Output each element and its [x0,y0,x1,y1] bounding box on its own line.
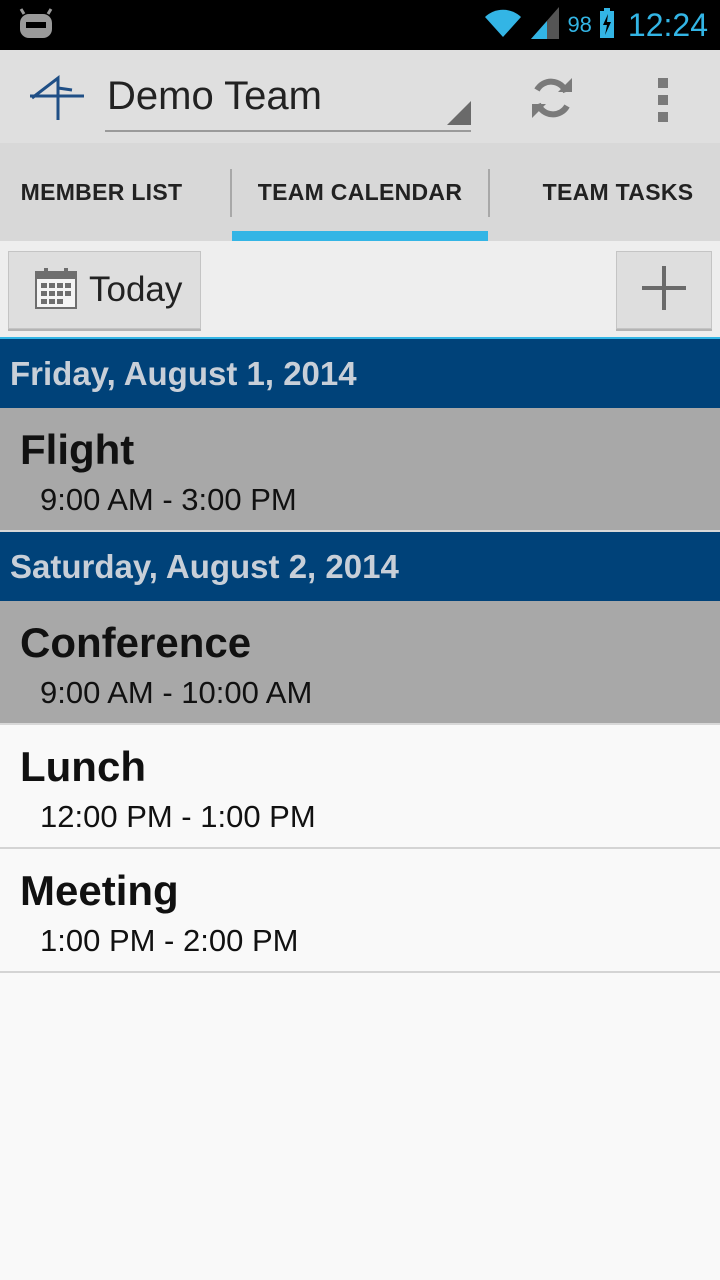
event-title: Flight [20,426,135,473]
event-row[interactable]: Lunch 12:00 PM - 1:00 PM [0,725,720,849]
clock: 12:24 [627,6,708,43]
event-title: Lunch [20,743,146,790]
today-button[interactable]: Today [8,251,201,329]
app-logo-icon[interactable] [28,74,86,127]
agenda-list: Friday, August 1, 2014 Flight 9:00 AM - … [0,339,720,973]
event-row[interactable]: Meeting 1:00 PM - 2:00 PM [0,849,720,973]
selected-tab-indicator [232,231,488,241]
event-time: 12:00 PM - 1:00 PM [40,799,316,834]
team-selector-spinner[interactable]: Demo Team [105,68,471,132]
overflow-menu-button[interactable] [640,72,686,128]
wifi-icon [483,7,523,44]
refresh-icon [528,74,576,127]
dropdown-arrow-icon [447,101,471,130]
refresh-button[interactable] [520,72,584,128]
overflow-dot [658,78,668,88]
signal-icon [531,6,560,44]
status-bar: 98 12:24 [0,0,720,50]
calendar-icon [35,267,77,314]
calendar-toolbar: Today [0,241,720,339]
battery-charging-icon [599,7,614,43]
tab-team-tasks[interactable]: TEAM TASKS [490,143,720,241]
event-title: Conference [20,619,252,666]
add-event-button[interactable] [616,251,712,329]
today-button-label: Today [89,270,183,309]
day-header: Saturday, August 2, 2014 [0,532,720,601]
event-time: 9:00 AM - 10:00 AM [40,675,313,710]
cyanogen-icon [18,8,54,45]
tab-team-calendar[interactable]: TEAM CALENDAR [232,143,488,241]
battery-percent: 98 [567,12,592,37]
team-name: Demo Team [107,74,322,118]
overflow-dot [658,112,668,122]
action-bar: Demo Team [0,50,720,143]
add-icon [639,263,689,318]
event-row[interactable]: Flight 9:00 AM - 3:00 PM [0,408,720,532]
event-time: 9:00 AM - 3:00 PM [40,482,297,517]
overflow-dot [658,95,668,105]
day-header: Friday, August 1, 2014 [0,339,720,408]
tab-member-list[interactable]: MEMBER LIST [0,143,203,241]
event-title: Meeting [20,867,179,914]
event-row[interactable]: Conference 9:00 AM - 10:00 AM [0,601,720,725]
tab-bar: MEMBER LIST TEAM CALENDAR TEAM TASKS [0,143,720,241]
event-time: 1:00 PM - 2:00 PM [40,923,299,958]
